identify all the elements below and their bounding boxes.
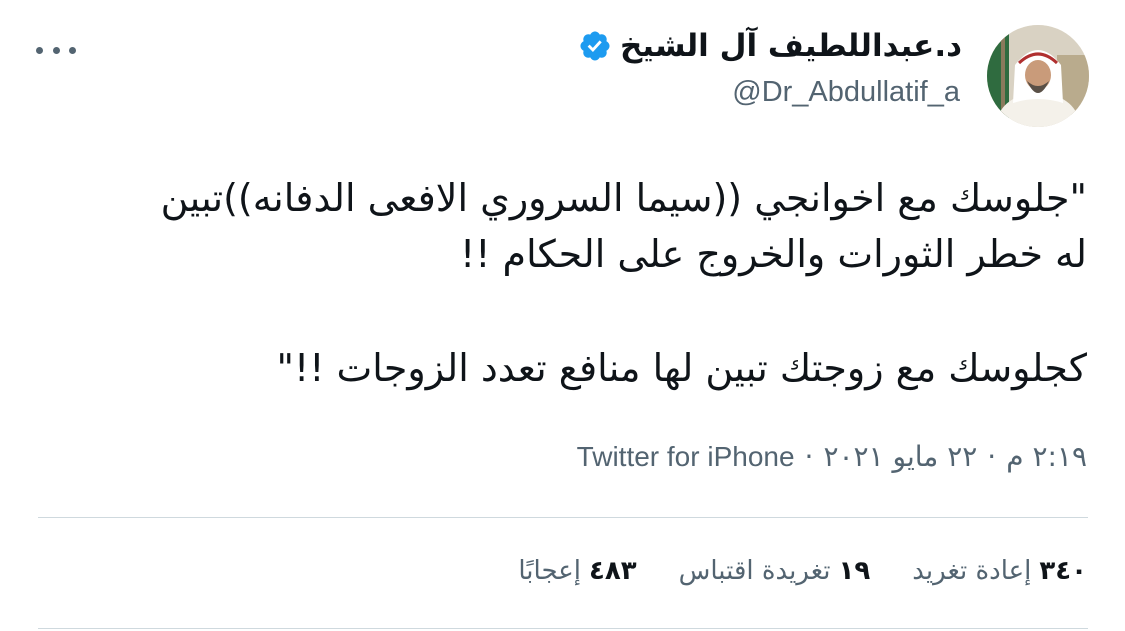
retweets-label: إعادة تغريد — [912, 556, 1032, 586]
separator: · — [804, 440, 814, 473]
divider — [38, 628, 1088, 629]
likes-label: إعجابًا — [518, 556, 581, 586]
quotes-label: تغريدة اقتباس — [678, 556, 831, 586]
dot — [36, 46, 43, 54]
tweet-card: د.عبداللطيف آل الشيخ @Dr_Abdullatif_a "ج… — [0, 0, 1125, 631]
retweets-stat[interactable]: ٣٤٠ إعادة تغريد — [912, 556, 1087, 586]
avatar-image — [987, 25, 1089, 127]
avatar[interactable] — [987, 25, 1089, 127]
author-row[interactable]: د.عبداللطيف آل الشيخ — [578, 28, 962, 64]
tweet-metadata: ٢:١٩ م · ٢٢ مايو ٢٠٢١ · Twitter for iPho… — [577, 440, 1087, 473]
tweet-text-line: كجلوسك مع زوجتك تبين لها منافع تعدد الزو… — [276, 346, 1087, 390]
tweet-stats: ٣٤٠ إعادة تغريد ١٩ تغريدة اقتباس ٤٨٣ إعج… — [518, 556, 1087, 586]
author-handle[interactable]: @Dr_Abdullatif_a — [732, 76, 960, 109]
tweet-text-line: "جلوسك مع اخوانجي ((سيما السروري الافعى … — [160, 176, 1087, 220]
dot — [69, 46, 76, 54]
verified-badge-icon — [580, 31, 610, 61]
quotes-stat[interactable]: ١٩ تغريدة اقتباس — [679, 556, 871, 586]
tweet-source[interactable]: Twitter for iPhone — [577, 441, 795, 473]
likes-stat[interactable]: ٤٨٣ إعجابًا — [518, 556, 636, 586]
likes-count: ٤٨٣ — [588, 556, 637, 586]
quotes-count: ١٩ — [838, 556, 871, 586]
author-name[interactable]: د.عبداللطيف آل الشيخ — [620, 28, 962, 64]
tweet-text-line: له خطر الثورات والخروج على الحكام !! — [460, 232, 1087, 276]
tweet-text: "جلوسك مع اخوانجي ((سيما السروري الافعى … — [27, 170, 1087, 396]
more-options-icon[interactable] — [36, 38, 76, 62]
retweets-count: ٣٤٠ — [1039, 556, 1087, 586]
separator: · — [987, 440, 997, 473]
divider — [38, 517, 1088, 518]
tweet-date[interactable]: ٢٢ مايو ٢٠٢١ — [823, 440, 977, 473]
tweet-time[interactable]: ٢:١٩ م — [1006, 440, 1087, 473]
dot — [52, 46, 60, 54]
